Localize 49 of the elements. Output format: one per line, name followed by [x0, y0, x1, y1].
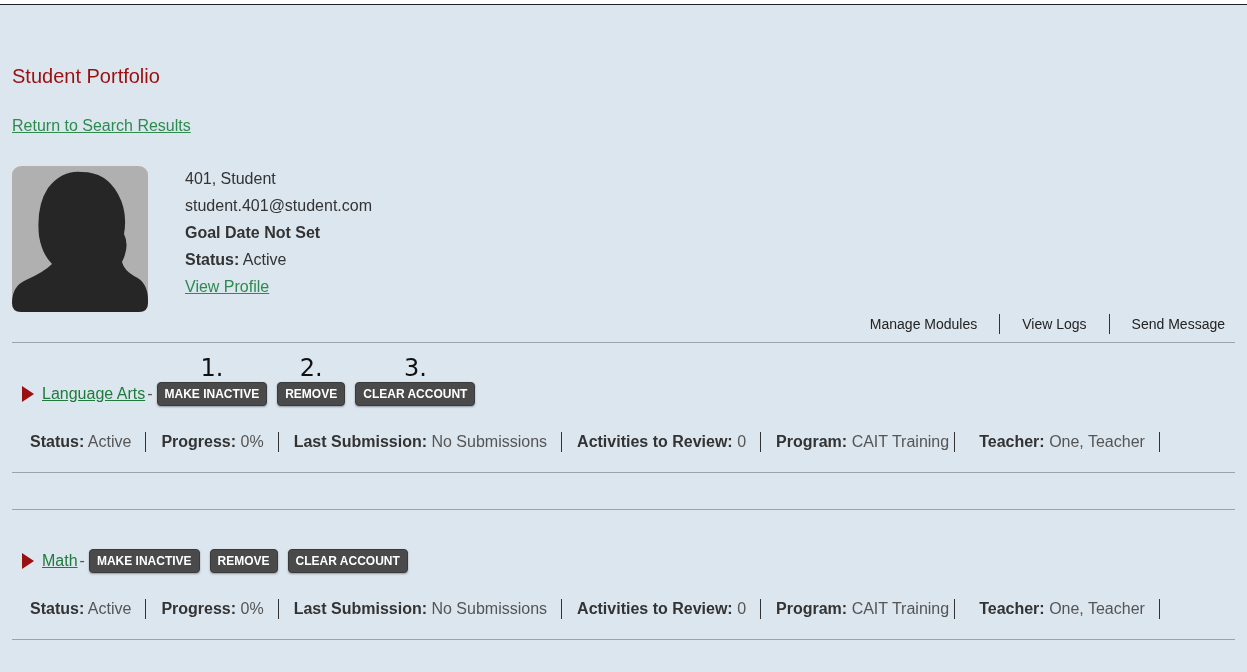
- stat-label: Status:: [30, 600, 85, 617]
- action-link[interactable]: View Logs: [1000, 314, 1110, 334]
- stat-label: Activities to Review:: [577, 433, 733, 450]
- stat-label: Teacher:: [979, 600, 1045, 617]
- action-link[interactable]: Manage Modules: [847, 314, 1001, 334]
- course-action-button[interactable]: CLEAR ACCOUNT: [355, 382, 476, 406]
- course-action-button[interactable]: REMOVE: [209, 549, 278, 573]
- stat-value: 0: [737, 600, 747, 617]
- course-action-button[interactable]: MAKE INACTIVE: [156, 382, 268, 406]
- stat-value: One, Teacher: [1049, 433, 1145, 450]
- stat-label: Activities to Review:: [577, 600, 733, 617]
- stat-label: Progress:: [161, 433, 237, 450]
- dash-separator: -: [79, 552, 85, 570]
- stat-value: Active: [87, 600, 132, 617]
- stat-value: 0%: [240, 600, 264, 617]
- course-action-button[interactable]: REMOVE: [277, 382, 346, 406]
- stat-label: Program:: [776, 600, 848, 617]
- stat-value: Active: [87, 433, 132, 450]
- stat-value: No Submissions: [431, 433, 548, 450]
- stat-label: Teacher:: [979, 433, 1045, 450]
- stat-value: CAIT Training: [851, 600, 950, 617]
- dash-separator: -: [147, 385, 153, 403]
- student-name: 401, Student: [185, 169, 277, 189]
- stat-value: 0: [737, 433, 747, 450]
- stat-label: Last Submission:: [293, 600, 427, 617]
- stat-label: Last Submission:: [293, 433, 427, 450]
- person-silhouette-icon: [12, 166, 148, 312]
- stat-value: 0%: [240, 433, 264, 450]
- annotation-number: 2.: [299, 354, 323, 382]
- stat-value: CAIT Training: [851, 433, 950, 450]
- annotation-number: 1.: [200, 354, 224, 382]
- stat-value: No Submissions: [431, 600, 548, 617]
- course-action-button[interactable]: MAKE INACTIVE: [88, 549, 200, 573]
- status-value: Active: [242, 251, 287, 268]
- annotation-number: 3.: [403, 354, 427, 382]
- course-link[interactable]: Math: [42, 552, 78, 570]
- student-email: student.401@student.com: [185, 196, 373, 216]
- status-label: Status:: [185, 251, 240, 268]
- course-action-button[interactable]: CLEAR ACCOUNT: [287, 549, 408, 573]
- course-link[interactable]: Language Arts: [42, 385, 146, 403]
- action-link[interactable]: Send Message: [1109, 314, 1225, 334]
- stat-label: Status:: [30, 433, 85, 450]
- expand-triangle-icon[interactable]: [22, 386, 34, 402]
- expand-triangle-icon[interactable]: [22, 553, 34, 569]
- page-title: Student Portfolio: [12, 64, 161, 88]
- stat-label: Program:: [776, 433, 848, 450]
- stat-value: One, Teacher: [1049, 600, 1145, 617]
- stat-label: Progress:: [161, 600, 237, 617]
- goal-date: Goal Date Not Set: [185, 223, 322, 243]
